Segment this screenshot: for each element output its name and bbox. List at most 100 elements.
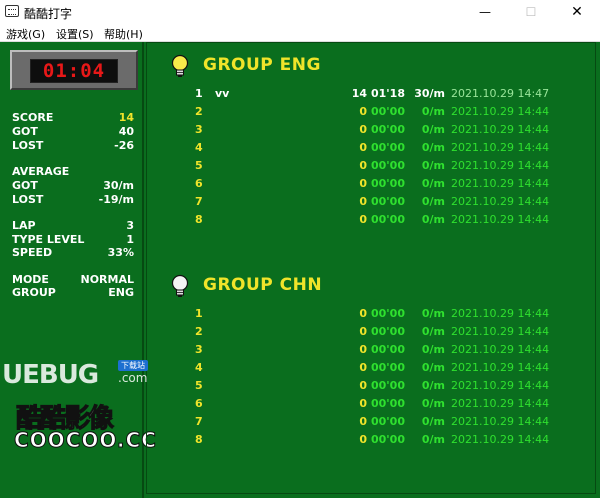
rank-number: 5 xyxy=(195,379,203,392)
avg-got-label: GOT xyxy=(12,179,38,192)
row-score: 0 xyxy=(359,123,367,136)
row-time: 00'00 xyxy=(371,195,405,208)
row-time: 00'00 xyxy=(371,343,405,356)
row-speed: 0/m xyxy=(421,141,445,154)
row-score: 14 xyxy=(351,87,367,100)
avg-lost-label: LOST xyxy=(12,193,44,206)
group-chn-header: GROUP CHN xyxy=(169,273,469,303)
row-speed: 30/m xyxy=(414,87,445,100)
row-speed: 0/m xyxy=(421,307,445,320)
row-time: 00'00 xyxy=(371,123,405,136)
group-chn-title: GROUP CHN xyxy=(203,275,323,295)
group-eng-title: GROUP ENG xyxy=(203,55,321,75)
lap-label: LAP xyxy=(12,219,36,232)
row-score: 0 xyxy=(359,141,367,154)
speed-label: SPEED xyxy=(12,246,53,259)
group-label: GROUP xyxy=(12,286,56,299)
rank-number: 7 xyxy=(195,195,203,208)
rank-number: 2 xyxy=(195,105,203,118)
game-area: 01:04 SCORE 14 GOT 40 LOST -26 AVERAGE G… xyxy=(0,42,600,498)
logo-english: COOCOO.CC xyxy=(14,428,157,453)
score-label: SCORE xyxy=(12,111,54,124)
row-score: 0 xyxy=(359,361,367,374)
row-score: 0 xyxy=(359,307,367,320)
table-row: 3 0 00'00 0/m 2021.10.29 14:44 xyxy=(147,123,597,141)
watermark-tag: 下载站 xyxy=(118,360,148,371)
rank-number: 4 xyxy=(195,361,203,374)
row-score: 0 xyxy=(359,159,367,172)
maximize-button[interactable]: ☐ xyxy=(508,0,554,24)
row-time: 00'00 xyxy=(371,325,405,338)
row-speed: 0/m xyxy=(421,159,445,172)
lightbulb-on-icon xyxy=(171,54,189,77)
minimize-button[interactable]: — xyxy=(462,0,508,24)
row-speed: 0/m xyxy=(421,105,445,118)
table-row: 8 0 00'00 0/m 2021.10.29 14:44 xyxy=(147,213,597,231)
table-row: 6 0 00'00 0/m 2021.10.29 14:44 xyxy=(147,397,597,415)
table-row: 8 0 00'00 0/m 2021.10.29 14:44 xyxy=(147,433,597,451)
player-name: vv xyxy=(215,87,230,100)
group-value: ENG xyxy=(108,286,134,299)
row-date: 2021.10.29 14:44 xyxy=(451,141,550,154)
row-time: 00'00 xyxy=(371,397,405,410)
table-row: 3 0 00'00 0/m 2021.10.29 14:44 xyxy=(147,343,597,361)
row-speed: 0/m xyxy=(421,433,445,446)
row-date: 2021.10.29 14:44 xyxy=(451,361,550,374)
rank-number: 3 xyxy=(195,343,203,356)
row-speed: 0/m xyxy=(421,361,445,374)
menu-settings[interactable]: 设置(S) xyxy=(56,26,94,42)
mode-label: MODE xyxy=(12,273,49,286)
rank-number: 6 xyxy=(195,177,203,190)
rank-number: 1 xyxy=(195,87,203,100)
row-date: 2021.10.29 14:44 xyxy=(451,379,550,392)
menu-game[interactable]: 游戏(G) xyxy=(6,26,45,42)
avg-lost-value: -19/m xyxy=(98,193,134,206)
row-score: 0 xyxy=(359,397,367,410)
row-date: 2021.10.29 14:44 xyxy=(451,105,550,118)
table-row: 6 0 00'00 0/m 2021.10.29 14:44 xyxy=(147,177,597,195)
row-date: 2021.10.29 14:47 xyxy=(451,87,550,100)
table-row: 4 0 00'00 0/m 2021.10.29 14:44 xyxy=(147,141,597,159)
rank-number: 3 xyxy=(195,123,203,136)
coocoo-logo: 酷酷影像 COOCOO.CC xyxy=(14,392,157,462)
row-date: 2021.10.29 14:44 xyxy=(451,213,550,226)
lightbulb-off-icon xyxy=(171,274,189,297)
close-button[interactable]: ✕ xyxy=(554,0,600,24)
menu-help[interactable]: 帮助(H) xyxy=(104,26,143,42)
table-row: 1 vv 14 01'18 30/m 2021.10.29 14:47 xyxy=(147,87,597,105)
stats-panel: 01:04 SCORE 14 GOT 40 LOST -26 AVERAGE G… xyxy=(0,42,157,498)
type-level-value: 1 xyxy=(126,233,134,246)
rank-number: 8 xyxy=(195,213,203,226)
row-score: 0 xyxy=(359,213,367,226)
table-row: 7 0 00'00 0/m 2021.10.29 14:44 xyxy=(147,195,597,213)
lost-label: LOST xyxy=(12,139,44,152)
rank-number: 2 xyxy=(195,325,203,338)
got-label: GOT xyxy=(12,125,38,138)
row-date: 2021.10.29 14:44 xyxy=(451,433,550,446)
row-time: 01'18 xyxy=(371,87,405,100)
row-time: 00'00 xyxy=(371,307,405,320)
scoreboard-panel: GROUP ENG 1 vv 14 01'18 30/m 2021.10.29 14:47… xyxy=(146,42,596,494)
rank-number: 5 xyxy=(195,159,203,172)
watermark-text: UEBUG xyxy=(2,360,99,390)
row-date: 2021.10.29 14:44 xyxy=(451,177,550,190)
row-score: 0 xyxy=(359,195,367,208)
row-time: 00'00 xyxy=(371,361,405,374)
row-speed: 0/m xyxy=(421,415,445,428)
row-speed: 0/m xyxy=(421,397,445,410)
row-date: 2021.10.29 14:44 xyxy=(451,195,550,208)
row-time: 00'00 xyxy=(371,415,405,428)
lap-value: 3 xyxy=(126,219,134,232)
mode-value: NORMAL xyxy=(80,273,135,286)
rank-number: 6 xyxy=(195,397,203,410)
row-date: 2021.10.29 14:44 xyxy=(451,343,550,356)
lost-value: -26 xyxy=(114,139,134,152)
row-score: 0 xyxy=(359,415,367,428)
row-score: 0 xyxy=(359,325,367,338)
row-time: 00'00 xyxy=(371,379,405,392)
got-value: 40 xyxy=(118,125,134,138)
row-score: 0 xyxy=(359,343,367,356)
row-date: 2021.10.29 14:44 xyxy=(451,159,550,172)
row-date: 2021.10.29 14:44 xyxy=(451,397,550,410)
rank-number: 1 xyxy=(195,307,203,320)
